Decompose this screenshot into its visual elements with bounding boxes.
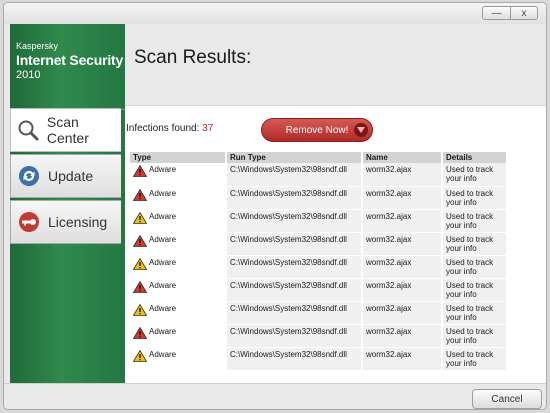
warning-red-icon [132,188,148,203]
cell-type: Adware [130,186,227,210]
bottom-bar [4,383,546,409]
cell-type: Adware [130,324,227,348]
table-row[interactable]: Adware C:\Windows\System32\98sndf.dll worm… [130,301,507,325]
cell-name: worm32.ajax [362,186,443,210]
cell-type: Adware [130,163,227,187]
table-row[interactable]: Adware C:\Windows\System32\98sndf.dll worm… [130,163,507,187]
warning-yellow-icon [132,257,148,272]
column-header-type[interactable]: Type [130,152,227,163]
update-icon [17,164,41,188]
cell-name: worm32.ajax [362,232,443,256]
cell-name: worm32.ajax [362,278,443,302]
app-window: — x Kaspersky Internet Security 2010 Sca… [3,2,547,410]
minimize-button[interactable]: — [482,6,510,20]
warning-red-icon [132,164,148,179]
close-button[interactable]: x [510,6,538,20]
brand-year: 2010 [16,69,41,81]
magnifier-icon [17,118,40,142]
cell-run-type: C:\Windows\System32\98sndf.dll [226,324,363,348]
sidebar-item-label: Scan Center [46,114,89,146]
table-row[interactable]: Adware C:\Windows\System32\98sndf.dll worm… [130,255,507,279]
table-header-row: Type Run Type Name Details [130,152,507,163]
warning-yellow-icon [132,303,148,318]
remove-now-button[interactable]: Remove Now! [261,118,373,142]
type-text: Adware [149,234,177,244]
brand-logo: Kaspersky Internet Security 2010 [16,41,123,81]
cell-name: worm32.ajax [362,347,443,371]
cell-type: Adware [130,209,227,233]
warning-red-icon [132,234,148,249]
cell-name: worm32.ajax [362,209,443,233]
infections-label: Infections found: [126,123,200,134]
cell-run-type: C:\Windows\System32\98sndf.dll [226,186,363,210]
cell-type: Adware [130,255,227,279]
cell-details: Used to track your info [442,255,507,279]
warning-yellow-icon [132,211,148,226]
window-controls: — x [482,6,538,20]
cell-name: worm32.ajax [362,163,443,187]
cell-details: Used to track your info [442,232,507,256]
cell-type: Adware [130,347,227,371]
cell-run-type: C:\Windows\System32\98sndf.dll [226,301,363,325]
infections-summary: Infections found: 37 [126,123,213,134]
cell-type: Adware [130,278,227,302]
cell-details: Used to track your info [442,278,507,302]
table-row[interactable]: Adware C:\Windows\System32\98sndf.dll worm… [130,232,507,256]
cell-details: Used to track your info [442,209,507,233]
type-text: Adware [149,303,177,313]
cell-details: Used to track your info [442,163,507,187]
sidebar-item-scan-center[interactable]: Scan Center [10,108,121,152]
sidebar-item-update[interactable]: Update [10,154,121,198]
cell-run-type: C:\Windows\System32\98sndf.dll [226,232,363,256]
cell-run-type: C:\Windows\System32\98sndf.dll [226,209,363,233]
cell-details: Used to track your info [442,301,507,325]
cell-name: worm32.ajax [362,301,443,325]
page-title: Scan Results: [134,47,252,68]
cell-details: Used to track your info [442,324,507,348]
table-row[interactable]: Adware C:\Windows\System32\98sndf.dll worm… [130,347,507,371]
cell-run-type: C:\Windows\System32\98sndf.dll [226,255,363,279]
cell-type: Adware [130,232,227,256]
type-text: Adware [149,257,177,267]
table-row[interactable]: Adware C:\Windows\System32\98sndf.dll worm… [130,278,507,302]
column-header-details[interactable]: Details [442,152,507,163]
results-table: Type Run Type Name Details Adware C:\Wind… [130,152,507,383]
infections-count: 37 [202,123,214,134]
warning-red-icon [132,280,148,295]
cell-run-type: C:\Windows\System32\98sndf.dll [226,278,363,302]
title-bar: — x [4,3,546,24]
cell-name: worm32.ajax [362,324,443,348]
sidebar-item-label: Licensing [48,214,108,230]
type-text: Adware [149,349,177,359]
key-icon [17,210,41,234]
column-header-run-type[interactable]: Run Type [226,152,363,163]
warning-red-icon [132,326,148,341]
table-row[interactable]: Adware C:\Windows\System32\98sndf.dll worm… [130,324,507,348]
column-header-name[interactable]: Name [362,152,443,163]
type-text: Adware [149,188,177,198]
cell-name: worm32.ajax [362,255,443,279]
warning-yellow-icon [132,349,148,364]
cancel-button[interactable]: Cancel [472,389,542,409]
sidebar-item-label: Update [48,168,94,184]
cell-details: Used to track your info [442,347,507,371]
cell-run-type: C:\Windows\System32\98sndf.dll [226,163,363,187]
table-row[interactable]: Adware C:\Windows\System32\98sndf.dll worm… [130,186,507,210]
type-text: Adware [149,280,177,290]
type-text: Adware [149,165,177,174]
brand-company: Kaspersky [16,41,59,51]
type-text: Adware [149,326,177,336]
cell-type: Adware [130,301,227,325]
cell-details: Used to track your info [442,186,507,210]
remove-now-label: Remove Now! [285,124,349,136]
table-row[interactable]: Adware C:\Windows\System32\98sndf.dll worm… [130,209,507,233]
cell-run-type: C:\Windows\System32\98sndf.dll [226,347,363,371]
sidebar-item-licensing[interactable]: Licensing [10,200,121,244]
brand-product: Internet Security [16,52,124,68]
chevron-down-icon[interactable] [354,123,368,137]
type-text: Adware [149,211,177,221]
